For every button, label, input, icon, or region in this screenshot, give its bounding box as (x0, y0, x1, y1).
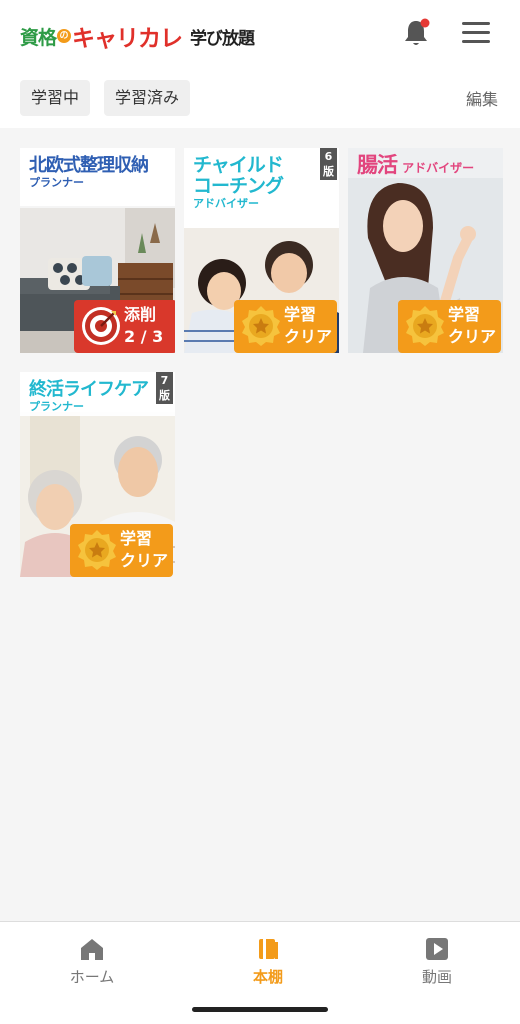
logo-sub: 学び放題 (190, 28, 255, 49)
gold-medal-icon (406, 306, 444, 346)
tab-video[interactable]: 動画 (377, 936, 497, 987)
home-icon (81, 939, 103, 960)
book-card-child-coaching[interactable]: チャイルド コーチング アドバイザー 6 版 学習 クリア (184, 148, 339, 353)
app-logo[interactable]: 資格 の キャリカレ 学び放題 (20, 20, 255, 52)
logo-brand: キャリカレ (72, 26, 183, 52)
correction-progress-badge: 添削 2 / 3 (74, 300, 175, 353)
study-clear-badge: 学習 クリア (398, 300, 501, 353)
badge-label: 学習 クリア (284, 305, 333, 346)
edit-button[interactable]: 編集 (466, 86, 498, 110)
book-card-life-care-planner[interactable]: 終活ライフケア プランナー 7 版 学習 クリア (20, 372, 175, 577)
tab-label: ホーム (69, 968, 115, 986)
hamburger-menu-icon[interactable] (462, 22, 490, 44)
book-cover-header: 腸活 アドバイザー (348, 148, 503, 184)
book-subtitle: プランナー (29, 400, 84, 413)
tab-home[interactable]: ホーム (32, 936, 152, 987)
book-title: チャイルド (193, 154, 284, 176)
book-card-nordic-storage[interactable]: 北欧式整理収納 プランナー 添削 2 / 3 (20, 148, 175, 353)
edition-badge: 7 版 (156, 372, 173, 404)
video-play-icon (426, 938, 448, 960)
logo-shikaku: 資格 (20, 26, 57, 49)
bookshelf-icon (259, 939, 278, 959)
tab-label: 本棚 (252, 968, 283, 986)
book-subtitle: アドバイザー (193, 197, 259, 210)
app-header: 資格 の キャリカレ 学び放題 学習中 学習済み 編集 (0, 0, 520, 128)
logo-no: の (57, 29, 72, 43)
gold-medal-icon (78, 530, 116, 570)
book-subtitle: アドバイザー (402, 161, 475, 175)
bell-icon[interactable] (402, 18, 430, 48)
badge-label: 学習 クリア (120, 529, 169, 570)
book-cover-header: チャイルド コーチング アドバイザー (184, 148, 339, 228)
book-title: 北欧式整理収納 (29, 155, 149, 176)
filter-studying-button[interactable]: 学習中 (20, 80, 91, 116)
book-cover-header: 北欧式整理収納 プランナー (20, 148, 175, 206)
study-clear-badge: 学習 クリア (70, 524, 173, 577)
home-indicator (192, 1007, 328, 1012)
filter-studied-button[interactable]: 学習済み (104, 80, 191, 116)
badge-label: 学習 クリア (448, 305, 497, 346)
gold-medal-icon (242, 306, 280, 346)
badge-label: 添削 2 / 3 (124, 305, 164, 346)
book-cover-header: 終活ライフケア プランナー (20, 372, 175, 416)
tab-bookshelf[interactable]: 本棚 (208, 936, 328, 987)
edition-badge: 6 版 (320, 148, 337, 180)
tab-label: 動画 (421, 968, 452, 986)
book-card-gut-health[interactable]: 腸活 アドバイザー 学習 クリア (348, 148, 503, 353)
target-icon (82, 307, 120, 345)
study-clear-badge: 学習 クリア (234, 300, 337, 353)
book-title-line2: コーチング (193, 175, 284, 197)
book-title: 腸活 (357, 153, 398, 177)
book-subtitle: プランナー (29, 176, 84, 189)
book-title: 終活ライフケア (29, 379, 149, 400)
